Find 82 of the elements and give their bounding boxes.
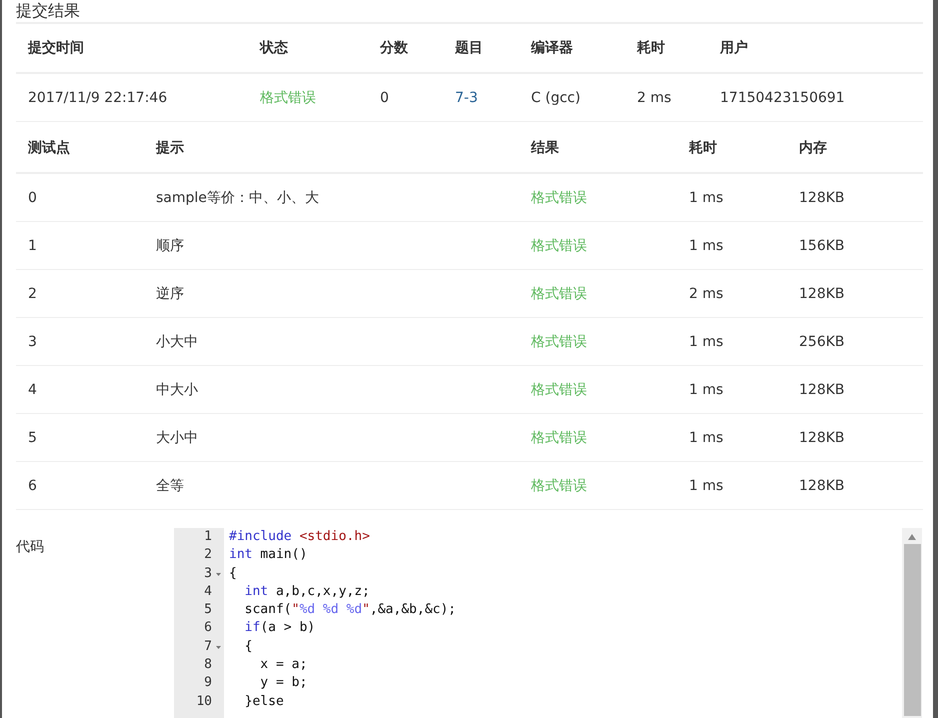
table-cell: 17150423150691 xyxy=(708,74,923,122)
table-cell: 156KB xyxy=(787,222,923,270)
status-text: 格式错误 xyxy=(519,222,677,270)
table-cell: 128KB xyxy=(787,270,923,318)
problem-link[interactable]: 7-3 xyxy=(443,74,519,122)
line-number: 8 xyxy=(203,656,213,674)
line-number: 5 xyxy=(203,601,213,620)
fold-icon[interactable] xyxy=(216,646,221,649)
line-number: 3 xyxy=(174,564,224,583)
table-cell: C (gcc) xyxy=(519,74,625,122)
table-cell: 1 ms xyxy=(677,318,787,366)
column-header: 用户 xyxy=(708,24,923,74)
code-line: }else xyxy=(244,692,285,711)
code-line: if(a > b) xyxy=(244,619,316,638)
table-cell: 256KB xyxy=(787,318,923,366)
table-cell: 2 ms xyxy=(625,74,708,122)
table-cell: 2017/11/9 22:17:46 xyxy=(16,74,248,122)
table-cell: 128KB xyxy=(787,414,923,462)
table-cell: 2 xyxy=(16,270,144,318)
table-cell: 1 ms xyxy=(677,462,787,510)
table-cell: 1 ms xyxy=(677,414,787,462)
code-label: 代码 xyxy=(16,538,45,556)
line-number: 4 xyxy=(203,582,213,601)
table-cell: 0 xyxy=(16,174,144,222)
table-cell: 0 xyxy=(368,74,443,122)
code-line: y = b; xyxy=(259,674,308,692)
status-text: 格式错误 xyxy=(519,462,677,510)
status-text: 格式错误 xyxy=(519,318,677,366)
table-cell: 5 xyxy=(16,414,144,462)
line-number: 1 xyxy=(203,528,213,546)
status-text: 格式错误 xyxy=(519,414,677,462)
table-cell: 小大中 xyxy=(144,318,519,366)
status-text: 格式错误 xyxy=(519,174,677,222)
column-header: 测试点 xyxy=(16,124,144,174)
scroll-thumb[interactable] xyxy=(904,544,920,716)
table-cell: 128KB xyxy=(787,174,923,222)
fold-icon[interactable] xyxy=(216,572,221,576)
table-cell: 顺序 xyxy=(144,222,519,270)
section-title: 提交结果 xyxy=(16,0,923,24)
column-header: 题目 xyxy=(443,24,519,74)
column-header: 提交时间 xyxy=(16,24,248,74)
code-line: scanf("%d %d %d",&a,&b,&c); xyxy=(244,601,457,620)
table-cell: 1 ms xyxy=(677,174,787,222)
code-line: int a,b,c,x,y,z; xyxy=(244,582,371,601)
table-cell: sample等价：中、小、大 xyxy=(144,174,519,222)
status-text: 格式错误 xyxy=(248,74,368,122)
column-header: 分数 xyxy=(368,24,443,74)
code-line: x = a; xyxy=(259,656,308,674)
line-number: 7 xyxy=(174,638,224,656)
scroll-up-icon[interactable] xyxy=(908,534,916,540)
line-number: 2 xyxy=(203,546,213,564)
table-cell: 1 ms xyxy=(677,222,787,270)
column-header: 耗时 xyxy=(677,124,787,174)
code-editor[interactable]: 1 2 3 4 5 6 7 8 9 10 #include <stdio.h> int main() { int a,b,c,x,y,z; scanf("%d %d %d",&a,&b,&c); if(a > b) { x = a; y = b; }else xyxy=(174,526,922,718)
code-line: { xyxy=(229,564,238,583)
line-number: 9 xyxy=(203,674,213,692)
column-header: 编译器 xyxy=(519,24,625,74)
column-header: 提示 xyxy=(144,124,519,174)
table-cell: 4 xyxy=(16,366,144,414)
table-cell: 逆序 xyxy=(144,270,519,318)
table-cell: 128KB xyxy=(787,462,923,510)
table-cell: 3 xyxy=(16,318,144,366)
column-header: 耗时 xyxy=(625,24,708,74)
table-cell: 全等 xyxy=(144,462,519,510)
status-text: 格式错误 xyxy=(519,270,677,318)
code-line: #include <stdio.h> xyxy=(229,528,371,546)
column-header: 内存 xyxy=(787,124,923,174)
code-line: int main() xyxy=(229,546,308,564)
table-cell: 中大小 xyxy=(144,366,519,414)
table-cell: 1 xyxy=(16,222,144,270)
column-header: 状态 xyxy=(248,24,368,74)
column-header: 结果 xyxy=(519,124,677,174)
table-cell: 1 ms xyxy=(677,366,787,414)
code-line: { xyxy=(244,638,254,656)
table-cell: 2 ms xyxy=(677,270,787,318)
table-cell: 128KB xyxy=(787,366,923,414)
table-cell: 大小中 xyxy=(144,414,519,462)
line-number: 10 xyxy=(195,692,213,711)
line-number: 6 xyxy=(203,619,213,638)
table-cell: 6 xyxy=(16,462,144,510)
status-text: 格式错误 xyxy=(519,366,677,414)
scrollbar[interactable] xyxy=(902,528,922,718)
